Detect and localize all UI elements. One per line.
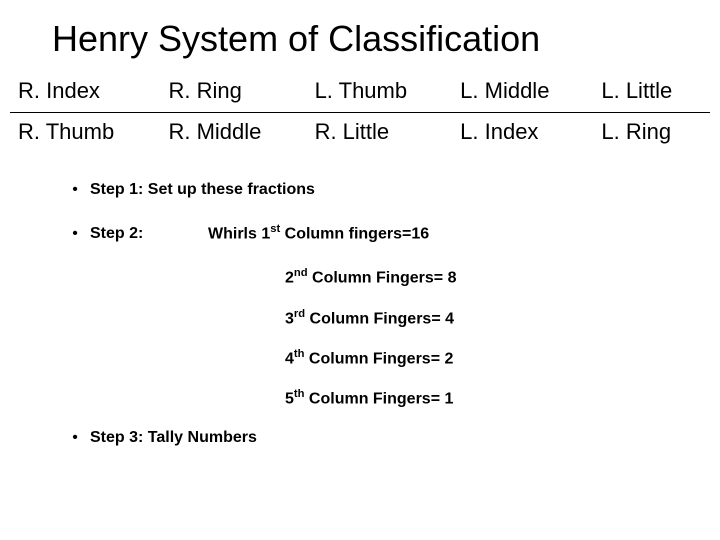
text: Column Fingers= 1 (304, 391, 453, 408)
cell-l-thumb: L. Thumb (307, 72, 453, 113)
column-line-2: 2nd Column Fingers= 8 (285, 267, 720, 287)
step-3: • Step 3: Tally Numbers (60, 429, 720, 447)
table-row: R. Thumb R. Middle R. Little L. Index L.… (10, 113, 710, 154)
column-line-3: 3rd Column Fingers= 4 (285, 308, 720, 328)
column-line-4: 4th Column Fingers= 2 (285, 348, 720, 368)
cell-r-index: R. Index (10, 72, 160, 113)
step-2-first-line: Whirls 1st Column fingers=16 (208, 223, 429, 243)
text: Column fingers=16 (280, 225, 429, 242)
cell-l-little: L. Little (593, 72, 710, 113)
cell-r-ring: R. Ring (160, 72, 306, 113)
slide-title: Henry System of Classification (0, 0, 720, 72)
ordinal-sup: th (294, 348, 305, 360)
cell-l-index: L. Index (452, 113, 593, 154)
ordinal-sup: th (294, 388, 305, 400)
steps-list: • Step 1: Set up these fractions • Step … (60, 181, 720, 447)
cell-l-middle: L. Middle (452, 72, 593, 113)
cell-r-thumb: R. Thumb (10, 113, 160, 154)
table-row: R. Index R. Ring L. Thumb L. Middle L. L… (10, 72, 710, 113)
step-1-text: Step 1: Set up these fractions (90, 181, 315, 199)
text: 3 (285, 310, 294, 327)
text: Whirls 1 (208, 225, 270, 242)
bullet-icon: • (60, 225, 90, 243)
column-line-5: 5th Column Fingers= 1 (285, 388, 720, 408)
step-3-text: Step 3: Tally Numbers (90, 429, 257, 447)
cell-l-ring: L. Ring (593, 113, 710, 154)
step-2-label: Step 2: (90, 225, 208, 243)
text: Column Fingers= 2 (304, 350, 453, 367)
column-values: 2nd Column Fingers= 8 3rd Column Fingers… (285, 267, 720, 408)
step-2: • Step 2: Whirls 1st Column fingers=16 (60, 223, 720, 243)
step-1: • Step 1: Set up these fractions (60, 181, 720, 199)
bullet-icon: • (60, 429, 90, 447)
ordinal-sup: rd (294, 308, 305, 320)
ordinal-sup: st (270, 223, 280, 235)
text: 4 (285, 350, 294, 367)
text: Column Fingers= 4 (305, 310, 454, 327)
ordinal-sup: nd (294, 267, 308, 279)
cell-r-middle: R. Middle (160, 113, 306, 154)
text: Column Fingers= 8 (308, 270, 457, 287)
fraction-table: R. Index R. Ring L. Thumb L. Middle L. L… (10, 72, 710, 153)
cell-r-little: R. Little (307, 113, 453, 154)
text: 2 (285, 270, 294, 287)
bullet-icon: • (60, 181, 90, 199)
text: 5 (285, 391, 294, 408)
